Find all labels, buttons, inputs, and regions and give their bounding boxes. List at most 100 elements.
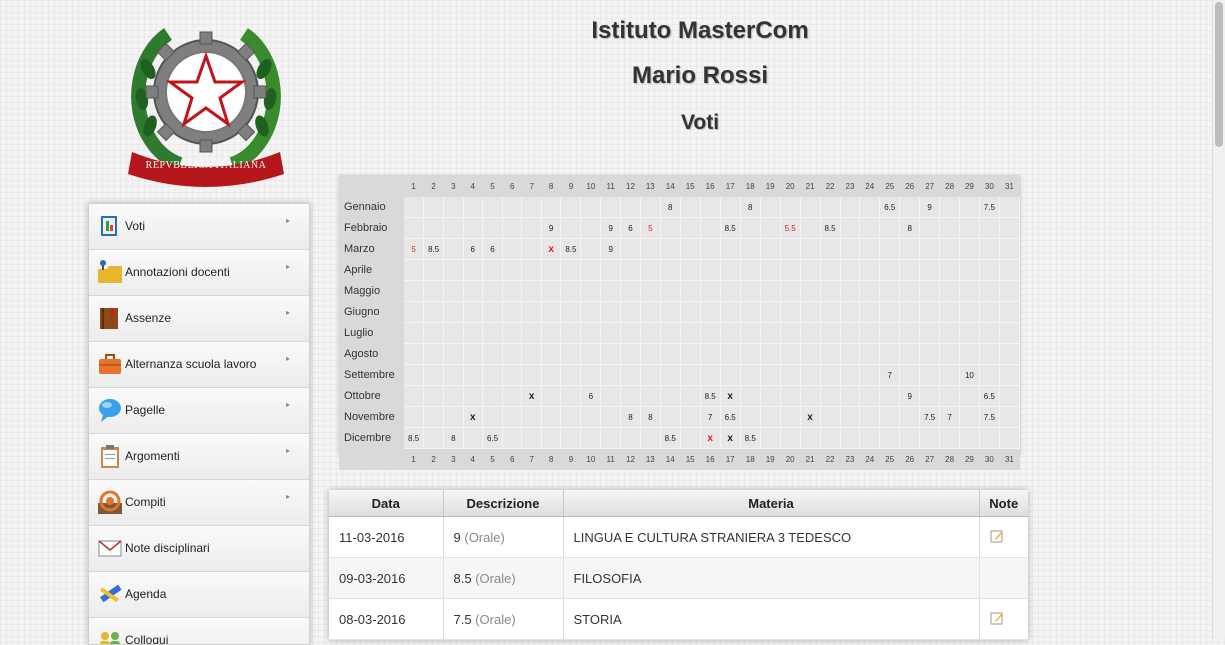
calendar-day-cell[interactable] [819, 322, 841, 344]
calendar-day-cell[interactable] [560, 301, 582, 323]
calendar-grade-cell[interactable]: 7.5 [978, 406, 1000, 428]
calendar-day-cell[interactable] [659, 238, 681, 260]
calendar-day-cell[interactable] [521, 427, 542, 449]
calendar-day-cell[interactable] [502, 196, 523, 218]
calendar-grade-cell[interactable]: 7 [699, 406, 721, 428]
calendar-day-cell[interactable] [620, 364, 641, 386]
calendar-day-cell[interactable] [739, 217, 761, 239]
calendar-grade-cell[interactable]: 9 [600, 217, 622, 239]
calendar-day-cell[interactable] [620, 301, 641, 323]
calendar-day-cell[interactable] [899, 427, 921, 449]
calendar-day-cell[interactable] [403, 406, 425, 428]
calendar-day-cell[interactable] [423, 385, 445, 407]
calendar-day-cell[interactable] [799, 259, 821, 281]
calendar-day-cell[interactable] [899, 406, 921, 428]
calendar-day-cell[interactable] [859, 259, 881, 281]
menu-item-annotazioni-docenti[interactable]: Annotazioni docenti ▸ [89, 250, 309, 296]
calendar-day-cell[interactable] [403, 196, 425, 218]
calendar-day-cell[interactable] [560, 280, 582, 302]
calendar-day-cell[interactable] [699, 301, 721, 323]
calendar-day-cell[interactable] [443, 238, 464, 260]
calendar-day-cell[interactable] [939, 364, 960, 386]
calendar-day-cell[interactable] [759, 217, 781, 239]
calendar-day-cell[interactable] [919, 280, 941, 302]
calendar-day-cell[interactable] [799, 280, 821, 302]
calendar-day-cell[interactable] [699, 238, 721, 260]
calendar-day-cell[interactable] [699, 280, 721, 302]
calendar-grade-cell[interactable]: 8 [739, 196, 761, 218]
calendar-day-cell[interactable] [481, 343, 504, 365]
calendar-day-cell[interactable] [560, 322, 582, 344]
column-header-descrizione[interactable]: Descrizione [443, 490, 564, 517]
calendar-day-cell[interactable] [819, 301, 841, 323]
calendar-day-cell[interactable] [540, 427, 562, 449]
calendar-day-cell[interactable] [779, 427, 801, 449]
calendar-day-cell[interactable] [620, 343, 641, 365]
calendar-day-cell[interactable] [639, 385, 661, 407]
calendar-day-cell[interactable] [443, 406, 464, 428]
calendar-day-cell[interactable] [779, 280, 801, 302]
calendar-day-cell[interactable] [759, 406, 781, 428]
calendar-day-cell[interactable] [799, 364, 821, 386]
column-header-note[interactable]: Note [979, 490, 1028, 517]
calendar-grade-cell[interactable]: 6 [620, 217, 641, 239]
menu-item-alternanza-scuola-lavoro[interactable]: Alternanza scuola lavoro ▸ [89, 342, 309, 388]
calendar-day-cell[interactable] [481, 322, 504, 344]
calendar-day-cell[interactable] [799, 385, 821, 407]
calendar-day-cell[interactable] [502, 259, 523, 281]
calendar-day-cell[interactable] [403, 343, 425, 365]
calendar-day-cell[interactable] [839, 238, 861, 260]
calendar-day-cell[interactable] [679, 343, 701, 365]
calendar-grade-cell[interactable]: 6 [580, 385, 602, 407]
calendar-day-cell[interactable] [423, 280, 445, 302]
calendar-day-cell[interactable] [919, 301, 941, 323]
calendar-day-cell[interactable] [839, 280, 861, 302]
calendar-grade-cell[interactable]: 8 [659, 196, 681, 218]
calendar-day-cell[interactable] [423, 301, 445, 323]
calendar-grade-cell[interactable]: 9 [919, 196, 941, 218]
vertical-scrollbar[interactable] [1212, 0, 1225, 639]
calendar-day-cell[interactable] [659, 280, 681, 302]
calendar-day-cell[interactable] [521, 406, 542, 428]
menu-item-colloqui[interactable]: Colloqui [89, 618, 309, 644]
calendar-day-cell[interactable] [560, 196, 582, 218]
calendar-day-cell[interactable] [959, 217, 980, 239]
calendar-day-cell[interactable] [839, 196, 861, 218]
calendar-grade-cell[interactable]: 8 [899, 217, 921, 239]
calendar-day-cell[interactable] [502, 322, 523, 344]
calendar-day-cell[interactable] [620, 385, 641, 407]
calendar-day-cell[interactable] [502, 364, 523, 386]
calendar-day-cell[interactable] [779, 238, 801, 260]
calendar-day-cell[interactable] [739, 385, 761, 407]
calendar-day-cell[interactable] [620, 196, 641, 218]
calendar-grade-cell[interactable]: 6 [481, 238, 504, 260]
calendar-grade-cell[interactable]: x [521, 385, 542, 407]
calendar-day-cell[interactable] [959, 385, 980, 407]
calendar-day-cell[interactable] [719, 343, 741, 365]
calendar-day-cell[interactable] [600, 301, 622, 323]
calendar-day-cell[interactable] [819, 238, 841, 260]
calendar-day-cell[interactable] [423, 322, 445, 344]
calendar-day-cell[interactable] [600, 385, 622, 407]
calendar-day-cell[interactable] [978, 364, 1000, 386]
calendar-day-cell[interactable] [919, 427, 941, 449]
calendar-day-cell[interactable] [959, 280, 980, 302]
calendar-day-cell[interactable] [939, 322, 960, 344]
calendar-day-cell[interactable] [859, 427, 881, 449]
calendar-day-cell[interactable] [423, 364, 445, 386]
calendar-day-cell[interactable] [719, 280, 741, 302]
calendar-day-cell[interactable] [998, 259, 1021, 281]
calendar-day-cell[interactable] [600, 343, 622, 365]
calendar-day-cell[interactable] [779, 196, 801, 218]
calendar-day-cell[interactable] [998, 322, 1021, 344]
calendar-day-cell[interactable] [423, 196, 445, 218]
calendar-day-cell[interactable] [659, 301, 681, 323]
calendar-day-cell[interactable] [443, 196, 464, 218]
calendar-day-cell[interactable] [540, 259, 562, 281]
calendar-day-cell[interactable] [679, 217, 701, 239]
calendar-day-cell[interactable] [859, 385, 881, 407]
calendar-day-cell[interactable] [739, 280, 761, 302]
calendar-day-cell[interactable] [639, 343, 661, 365]
calendar-day-cell[interactable] [978, 301, 1000, 323]
calendar-day-cell[interactable] [839, 217, 861, 239]
